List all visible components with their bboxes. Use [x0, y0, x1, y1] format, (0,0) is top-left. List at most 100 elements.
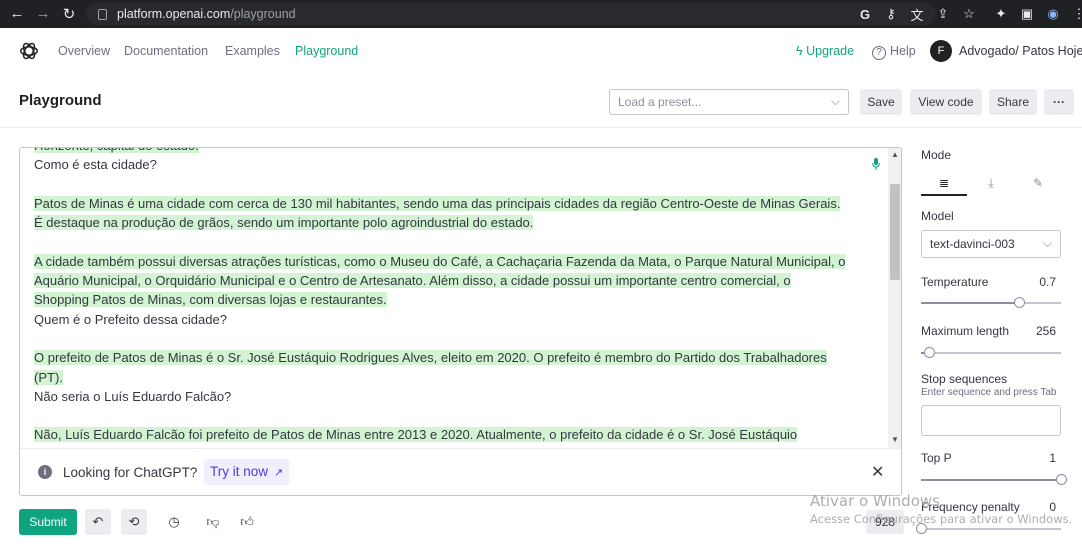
preset-placeholder: Load a preset... [618, 95, 702, 109]
submit-button[interactable]: Submit [19, 509, 77, 535]
model-label: Model [921, 209, 954, 223]
top-p-slider-fill [921, 479, 1061, 481]
max-length-value[interactable]: 256 [1020, 324, 1056, 338]
back-arrow-icon[interactable]: ← [6, 5, 28, 22]
mode-complete-icon[interactable]: ≣ [921, 170, 967, 196]
chevron-down-icon: ⌵ [830, 94, 840, 108]
top-p-value[interactable]: 1 [1020, 451, 1056, 465]
stop-sequences-input[interactable] [921, 405, 1061, 436]
playground-header: Playground Load a preset... ⌵ Save View … [0, 74, 1082, 128]
lock-icon [98, 8, 107, 20]
scroll-down-arrow-icon[interactable]: ▼ [891, 435, 899, 444]
completion-text: O prefeito de Patos de Minas é o Sr. Jos… [34, 350, 827, 366]
nav-examples[interactable]: Examples [225, 44, 280, 58]
prompt-line [34, 232, 869, 251]
prompt-editor[interactable]: Horizonte, capital do estado. Como é esta… [19, 147, 902, 496]
thumbs-down-icon[interactable]: 👎︎ [200, 509, 226, 535]
nav-documentation[interactable]: Documentation [124, 44, 208, 58]
top-p-slider-thumb[interactable] [1056, 474, 1067, 485]
upgrade-label: Upgrade [806, 44, 855, 58]
prompt-line: É destaque na produção de grãos, sendo u… [34, 213, 869, 232]
reload-icon[interactable]: ↻ [58, 5, 80, 23]
forward-arrow-icon[interactable]: → [32, 5, 54, 22]
banner-text: Looking for ChatGPT? [63, 465, 198, 480]
save-button[interactable]: Save [860, 89, 902, 115]
temperature-slider-thumb[interactable] [1014, 297, 1025, 308]
scroll-thumb[interactable] [890, 184, 900, 280]
prompt-line [34, 329, 869, 348]
nav-overview[interactable]: Overview [58, 44, 110, 58]
url-path: /playground [230, 7, 296, 21]
nav-playground[interactable]: Playground [295, 44, 358, 58]
share-page-icon[interactable]: ⇪ [930, 6, 956, 22]
preset-select[interactable]: Load a preset... ⌵ [609, 89, 849, 115]
prompt-line: Shopping Patos de Minas, com diversas lo… [34, 290, 869, 309]
key-icon[interactable]: ⚷ [878, 6, 904, 22]
completion-text: A cidade também possui diversas atrações… [34, 253, 846, 269]
stop-sequences-hint: Enter sequence and press Tab [921, 387, 1057, 398]
prompt-text-line: Como é esta cidade? [34, 157, 157, 173]
avatar[interactable]: F [930, 40, 952, 62]
max-length-slider[interactable] [921, 347, 1061, 358]
google-icon[interactable]: G [852, 7, 878, 22]
share-button[interactable]: Share [989, 89, 1037, 115]
mode-label: Mode [921, 148, 952, 162]
completion-text: Aquário Municipal, o Orquidário Municipa… [34, 273, 791, 289]
history-icon[interactable]: ◷ [161, 509, 187, 535]
temperature-slider-fill [921, 302, 1019, 304]
prompt-text: Horizonte, capital do estado. Como é esta… [34, 148, 869, 445]
prompt-text-line: Quem é o Prefeito dessa cidade? [34, 311, 227, 327]
max-length-label: Maximum length [921, 324, 1010, 338]
temperature-value[interactable]: 0.7 [1020, 275, 1056, 289]
sidepanel-icon[interactable]: ▣ [1014, 6, 1040, 22]
completion-text: Shopping Patos de Minas, com diversas lo… [34, 292, 387, 308]
bolt-icon: ϟ [796, 44, 803, 58]
regenerate-icon[interactable]: ⟲ [121, 509, 147, 535]
prompt-line: Como é esta cidade? [34, 155, 869, 174]
try-it-now-link[interactable]: Try it now ↗ [204, 459, 290, 485]
completion-text: Horizonte, capital do estado. [34, 148, 199, 153]
scroll-up-arrow-icon[interactable]: ▲ [891, 150, 899, 159]
prompt-line: Horizonte, capital do estado. [34, 148, 869, 155]
org-name[interactable]: Advogado/ Patos Hoje [959, 44, 1082, 58]
profile-icon[interactable]: ◉ [1040, 6, 1066, 22]
translate-icon[interactable]: 文 [904, 5, 930, 24]
thumbs-up-icon[interactable]: 👍︎ [234, 509, 260, 535]
star-icon[interactable]: ☆ [956, 6, 982, 22]
prompt-line: Aquário Municipal, o Orquidário Municipa… [34, 271, 869, 290]
url-host: platform.openai.com [117, 7, 231, 21]
more-options-button[interactable]: ··· [1044, 89, 1074, 115]
mode-edit-icon[interactable]: ✎ [1015, 170, 1061, 196]
prompt-textarea[interactable]: Horizonte, capital do estado. Como é esta… [20, 148, 888, 448]
info-icon: i [38, 465, 52, 479]
upgrade-link[interactable]: ϟ Upgrade [796, 44, 854, 58]
help-link[interactable]: ? Help [872, 44, 916, 60]
view-code-button[interactable]: View code [910, 89, 982, 115]
prompt-line [34, 175, 869, 194]
mode-selector: ≣ ⤓ ✎ [921, 170, 1061, 196]
help-label: Help [890, 44, 916, 58]
undo-icon[interactable]: ↶ [85, 509, 111, 535]
prompt-line: O prefeito de Patos de Minas é o Sr. Jos… [34, 348, 869, 367]
top-p-slider[interactable] [921, 474, 1067, 485]
mode-insert-icon[interactable]: ⤓ [968, 170, 1014, 196]
model-select[interactable]: text-davinci-003 ⌵ [921, 230, 1061, 258]
editor-scrollbar[interactable]: ▲ ▼ [888, 148, 901, 448]
extensions-icon[interactable]: ✦ [988, 6, 1014, 22]
top-p-label: Top P [921, 451, 952, 465]
prompt-line: Quem é o Prefeito dessa cidade? [34, 310, 869, 329]
frequency-penalty-slider[interactable] [916, 523, 1061, 534]
browser-toolbar: ← → ↻ platform.openai.com/playground G ⚷… [0, 0, 1082, 28]
microphone-icon[interactable] [872, 158, 880, 170]
temperature-slider[interactable] [921, 297, 1061, 308]
openai-logo-icon[interactable] [18, 40, 40, 62]
prompt-text-line: Não seria o Luís Eduardo Falcão? [34, 388, 232, 404]
close-icon[interactable]: ✕ [871, 462, 884, 482]
prompt-line: Não seria o Luís Eduardo Falcão? [34, 387, 869, 406]
model-value: text-davinci-003 [930, 237, 1015, 251]
menu-dots-icon[interactable]: ⋮ [1066, 6, 1082, 22]
max-length-slider-thumb[interactable] [924, 347, 936, 358]
completion-text: (PT). [34, 369, 63, 385]
address-bar[interactable]: platform.openai.com/playground [86, 3, 936, 25]
page-title: Playground [19, 92, 102, 109]
